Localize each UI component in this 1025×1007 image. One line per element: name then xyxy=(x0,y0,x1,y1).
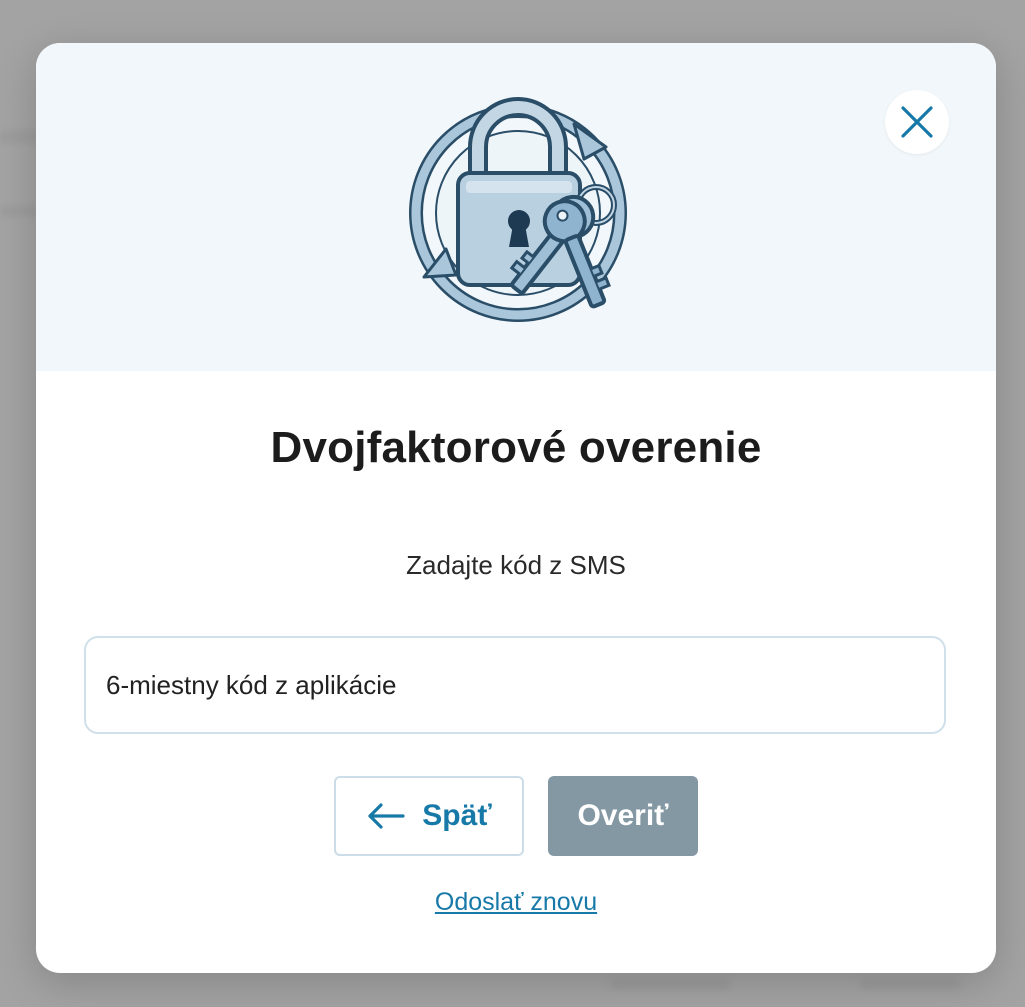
dialog-subtitle: Zadajte kód z SMS xyxy=(406,550,626,580)
back-button-label: Späť xyxy=(422,799,492,832)
close-button[interactable] xyxy=(885,90,949,154)
dialog-title: Dvojfaktorové overenie xyxy=(270,423,762,472)
dialog-header xyxy=(36,43,996,371)
padlock-with-keys-icon xyxy=(409,97,627,322)
close-icon xyxy=(901,106,933,138)
sms-code-input[interactable] xyxy=(84,636,946,734)
arrow-left-icon xyxy=(368,803,405,829)
verify-button[interactable]: Overiť xyxy=(548,776,698,856)
back-button[interactable]: Späť xyxy=(334,776,524,856)
two-factor-dialog: Dvojfaktorové overenie Zadajte kód z SMS… xyxy=(36,43,996,973)
resend-link[interactable]: Odoslať znovu xyxy=(36,888,996,917)
